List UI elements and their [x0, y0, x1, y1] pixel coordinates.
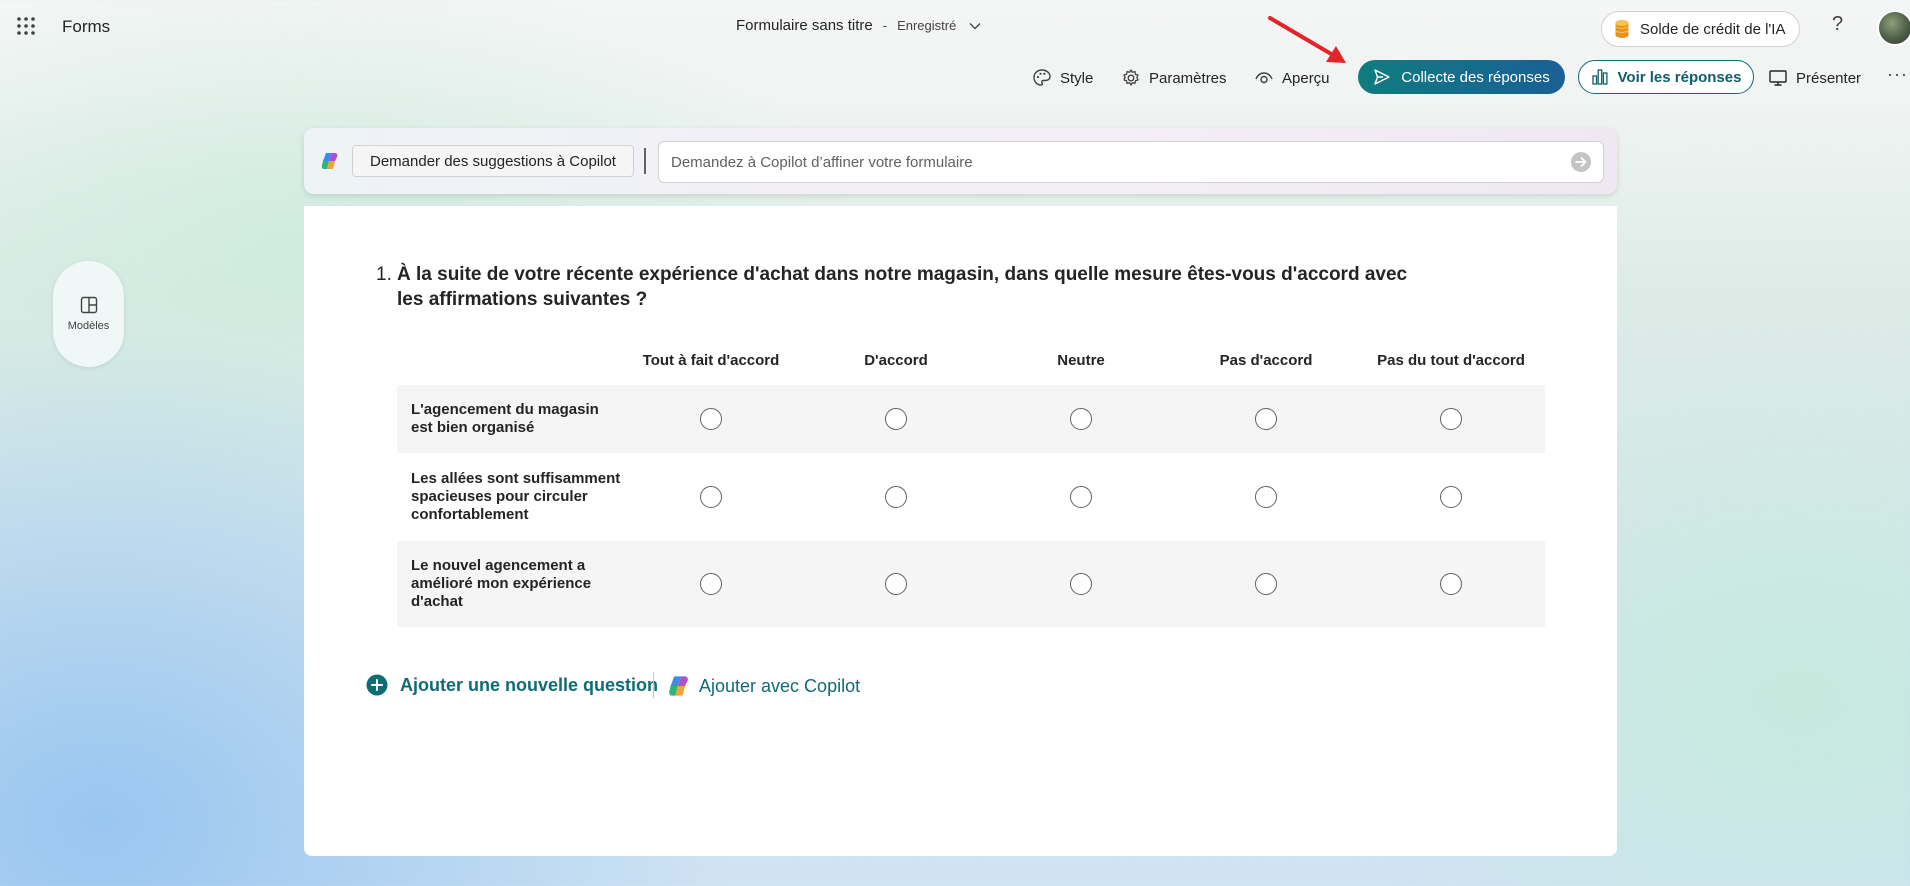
annotation-arrow: [1268, 16, 1346, 63]
ai-credit-balance-button[interactable]: Solde de crédit de l'IA: [1601, 11, 1801, 47]
more-options-icon[interactable]: ···: [1887, 64, 1908, 85]
column-header: Pas d'accord: [1219, 352, 1313, 369]
radio-option[interactable]: [1440, 408, 1462, 430]
title-separator: -: [882, 18, 888, 33]
style-button[interactable]: Style: [1032, 68, 1093, 88]
add-new-question-button[interactable]: Ajouter une nouvelle question: [366, 674, 658, 696]
radio-option[interactable]: [885, 486, 907, 508]
eye-icon: [1254, 68, 1274, 88]
palette-icon: [1032, 68, 1052, 88]
radio-option[interactable]: [885, 573, 907, 595]
preview-button[interactable]: Aperçu: [1254, 68, 1330, 88]
column-header: D'accord: [864, 352, 928, 369]
ai-credit-label: Solde de crédit de l'IA: [1640, 20, 1786, 38]
copilot-suggestions-button[interactable]: Demander des suggestions à Copilot: [352, 145, 634, 177]
help-icon[interactable]: ?: [1832, 13, 1843, 36]
add-with-copilot-label: Ajouter avec Copilot: [699, 675, 861, 696]
action-divider: [653, 672, 654, 698]
save-status: Enregistré: [897, 18, 957, 33]
add-with-copilot-button[interactable]: Ajouter avec Copilot: [667, 674, 860, 698]
app-name[interactable]: Forms: [62, 17, 110, 37]
templates-label: Modèles: [67, 320, 110, 332]
radio-option[interactable]: [1070, 486, 1092, 508]
style-label: Style: [1060, 69, 1094, 87]
send-icon: [1373, 68, 1391, 86]
radio-option[interactable]: [1255, 486, 1277, 508]
app-launcher-icon[interactable]: [16, 16, 36, 36]
radio-option[interactable]: [1440, 573, 1462, 595]
row-label: L'agencement du magasin est bien organis…: [411, 401, 599, 436]
radio-option[interactable]: [700, 573, 722, 595]
plus-circle-icon: [366, 674, 388, 696]
present-label: Présenter: [1796, 69, 1862, 87]
radio-option[interactable]: [700, 486, 722, 508]
copilot-icon: [667, 674, 691, 698]
radio-option[interactable]: [1255, 573, 1277, 595]
present-button[interactable]: Présenter: [1768, 68, 1861, 88]
gear-icon: [1121, 68, 1141, 88]
question-number: 1.: [376, 264, 392, 285]
templates-button[interactable]: Modèles: [53, 261, 124, 367]
table-row: Le nouvel agencement a amélioré mon expé…: [397, 541, 1545, 627]
radio-option[interactable]: [1070, 573, 1092, 595]
radio-option[interactable]: [700, 408, 722, 430]
table-row: L'agencement du magasin est bien organis…: [397, 385, 1545, 453]
collect-responses-button[interactable]: Collecte des réponses: [1358, 60, 1565, 94]
settings-label: Paramètres: [1149, 69, 1227, 87]
view-responses-label: Voir les réponses: [1617, 68, 1742, 86]
view-responses-button[interactable]: Voir les réponses: [1578, 60, 1754, 94]
question-title[interactable]: À la suite de votre récente expérience d…: [397, 262, 1437, 312]
layout-icon: [80, 296, 98, 314]
row-label: Le nouvel agencement a amélioré mon expé…: [411, 557, 592, 610]
chevron-down-icon: [968, 19, 982, 33]
bar-chart-icon: [1591, 68, 1609, 86]
column-header: Tout à fait d'accord: [642, 352, 780, 369]
column-header: Neutre: [1057, 352, 1105, 369]
table-row: Les allées sont suffisamment spacieuses …: [397, 453, 1545, 541]
avatar[interactable]: [1877, 10, 1910, 46]
copilot-bar: Demander des suggestions à Copilot: [304, 128, 1617, 194]
coins-icon: [1614, 19, 1630, 39]
document-title: Formulaire sans titre: [736, 17, 873, 34]
copilot-divider: [644, 148, 646, 174]
row-label: Les allées sont suffisamment spacieuses …: [411, 470, 621, 523]
copilot-icon: [320, 151, 340, 171]
copilot-prompt-input[interactable]: [658, 141, 1604, 183]
add-new-question-label: Ajouter une nouvelle question: [400, 674, 659, 695]
radio-option[interactable]: [1255, 408, 1277, 430]
monitor-icon: [1768, 68, 1788, 88]
settings-button[interactable]: Paramètres: [1121, 68, 1227, 88]
radio-option[interactable]: [1070, 408, 1092, 430]
send-arrow-icon[interactable]: [1570, 151, 1592, 173]
radio-option[interactable]: [1440, 486, 1462, 508]
collect-responses-label: Collecte des réponses: [1401, 68, 1550, 86]
radio-option[interactable]: [885, 408, 907, 430]
preview-label: Aperçu: [1282, 69, 1330, 87]
column-header: Pas du tout d'accord: [1377, 352, 1525, 369]
document-title-menu[interactable]: Formulaire sans titre - Enregistré: [736, 17, 982, 34]
